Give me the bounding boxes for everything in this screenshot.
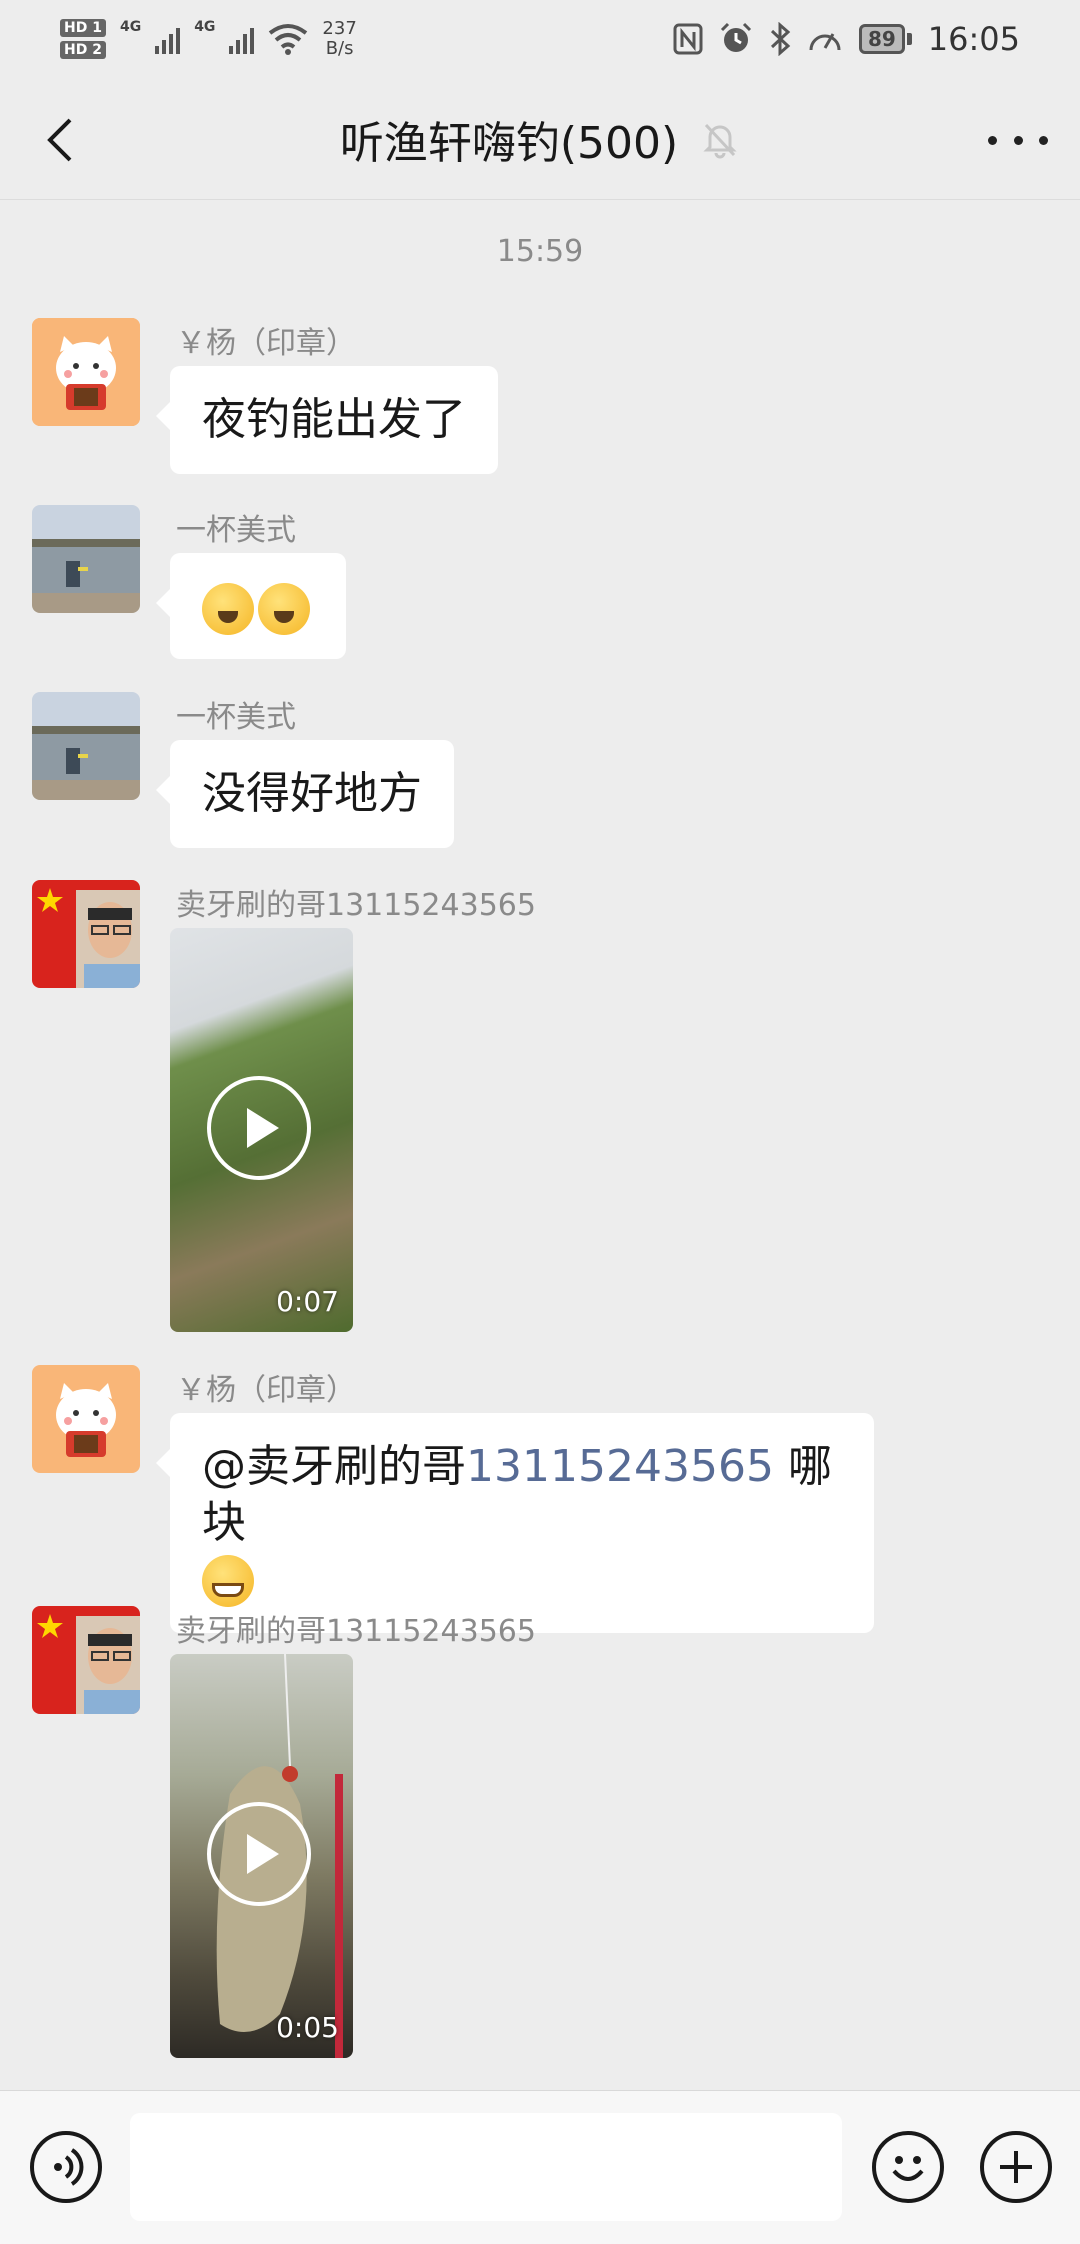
video-duration: 0:07 [276,1285,339,1318]
sender-name: 卖牙刷的哥13115243565 [176,888,536,923]
title-wrap: 听渔轩嗨钓(500) [340,107,740,171]
zipper-mouth-face-icon [202,583,254,635]
wifi-icon [269,24,308,55]
sim1-badge: HD 1 [60,19,106,37]
avatar[interactable] [32,1606,140,1714]
lake-avatar-icon [32,505,140,613]
play-button[interactable] [207,1076,311,1180]
sender-name: 卖牙刷的哥13115243565 [176,1614,536,1649]
sender-name: ￥杨（印章） [176,1373,356,1408]
voice-input-button[interactable] [30,2131,102,2203]
video-duration: 0:05 [276,2011,339,2044]
cat-avatar-icon [32,318,140,426]
battery-icon: 89 [858,24,912,54]
avatar[interactable] [32,880,140,988]
avatar[interactable] [32,318,140,426]
grinning-face-icon [202,1555,254,1607]
mention-bubble[interactable]: @卖牙刷的哥13115243565 哪块 [156,1413,874,1633]
more-functions-button[interactable] [980,2131,1052,2203]
chat-title: 听渔轩嗨钓(500) [339,117,679,169]
flag-avatar-icon [32,1606,140,1714]
nfc-icon [673,23,703,55]
more-button[interactable] [988,120,1048,160]
lake-avatar-icon [32,692,140,800]
bluetooth-icon [770,22,791,56]
net-speed: 237 B/s [322,19,356,59]
emoji-bubble[interactable] [156,553,346,659]
network2-label: 4G [194,19,216,35]
avatar[interactable] [32,505,140,613]
time-separator: 15:59 [496,234,584,269]
text-bubble[interactable]: 夜钓能出发了 [156,366,498,474]
mention-number-link[interactable]: 13115243565 [466,1441,774,1492]
input-bar [0,2090,1080,2244]
mute-bell-icon [703,123,737,158]
sender-name: 一杯美式 [176,700,296,735]
speedometer-icon [809,33,841,51]
video-message[interactable]: 0:05 [170,1654,353,2058]
mention-prefix: @卖牙刷的哥 [202,1441,466,1492]
chat-area[interactable]: 15:59 ￥杨（印章） 夜钓能出发了 一杯美式 一杯美式 没得好地方 卖牙刷的… [0,200,1080,2090]
smiley-icon [892,2156,924,2181]
status-left: HD 1 HD 2 4G 4G 237 B/s [60,19,357,59]
flag-avatar-icon [32,880,140,988]
alarm-icon [720,22,751,52]
back-button[interactable] [34,112,90,168]
chat-header: 听渔轩嗨钓(500) [0,78,1080,200]
message-input[interactable] [130,2113,842,2221]
voice-icon [54,2148,84,2186]
network1-label: 4G [119,19,142,35]
zipper-mouth-face-icon [258,583,310,635]
avatar[interactable] [32,692,140,800]
text-bubble[interactable]: 没得好地方 [156,740,454,848]
signal2-icon [229,24,255,54]
avatar[interactable] [32,1365,140,1473]
sender-name: ￥杨（印章） [176,326,356,361]
signal1-icon [155,24,181,54]
cat-avatar-icon [32,1365,140,1473]
status-right: 89 16:05 [673,20,1020,58]
video-message[interactable]: 0:07 [170,928,353,1332]
status-bar: HD 1 HD 2 4G 4G 237 B/s 89 16:05 [0,0,1080,78]
net-speed-unit: B/s [325,38,354,59]
emoji-button[interactable] [872,2131,944,2203]
net-speed-value: 237 [322,18,357,39]
plus-icon [1000,2151,1032,2183]
sim-indicators: HD 1 HD 2 [60,19,106,59]
status-time: 16:05 [927,20,1020,58]
sim2-badge: HD 2 [60,41,106,59]
sender-name: 一杯美式 [176,513,296,548]
battery-level: 89 [858,24,905,54]
play-button[interactable] [207,1802,311,1906]
